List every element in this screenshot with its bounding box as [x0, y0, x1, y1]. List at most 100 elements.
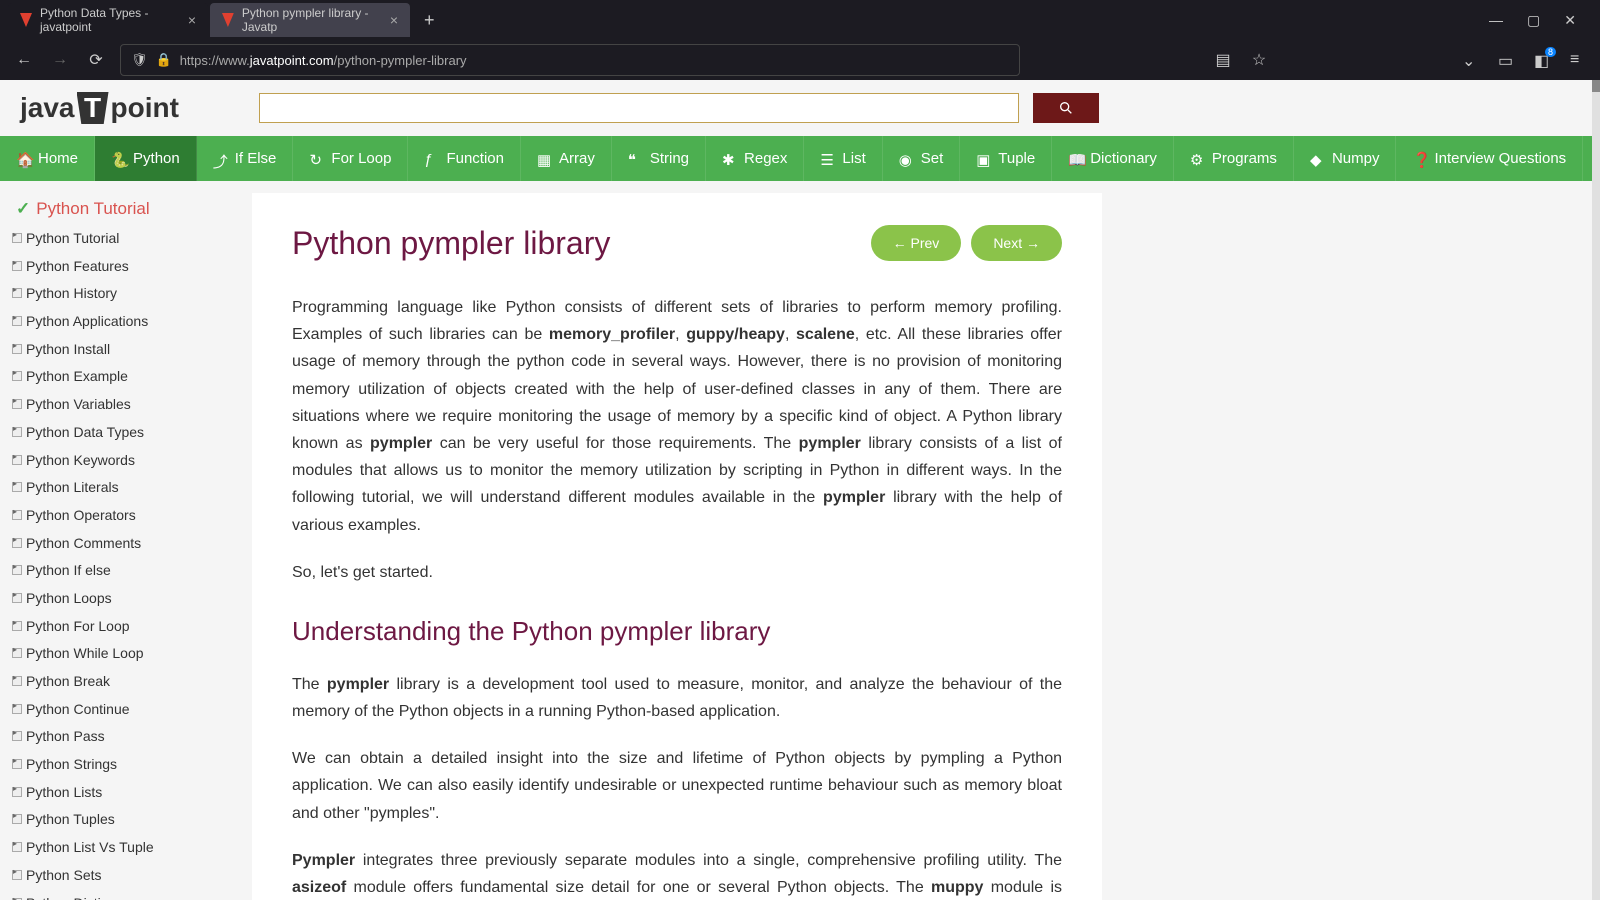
sidebar-item[interactable]: Python History	[0, 280, 240, 308]
sidebar-item[interactable]: Python Applications	[0, 308, 240, 336]
account-icon[interactable]: ▭	[1498, 51, 1516, 69]
reader-mode-icon[interactable]: ▤	[1211, 50, 1235, 70]
sidebar-item[interactable]: Python Data Types	[0, 419, 240, 447]
nav-ribbon: 🏠Home 🐍Python ⤴If Else ↻For Loop ƒFuncti…	[0, 136, 1600, 181]
article-title: Python pympler library	[292, 225, 610, 262]
page-header: java T point	[0, 80, 1600, 136]
search-input[interactable]	[259, 93, 1019, 123]
minimize-icon[interactable]: —	[1489, 12, 1503, 29]
sidebar-item[interactable]: Python If else	[0, 557, 240, 585]
array-icon: ▦	[537, 151, 553, 167]
reload-button[interactable]: ⟳	[84, 50, 108, 70]
nav-ifelse[interactable]: ⤴If Else	[197, 136, 294, 181]
tab-bar: Python Data Types - javatpoint × Python …	[0, 0, 1600, 40]
shield-icon: 🛡	[131, 52, 148, 68]
sidebar-item[interactable]: Python Loops	[0, 585, 240, 613]
nav-python[interactable]: 🐍Python	[95, 136, 197, 181]
tab-title: Python Data Types - javatpoint	[40, 6, 180, 34]
maximize-icon[interactable]: ▢	[1527, 12, 1540, 29]
sidebar-item[interactable]: Python Operators	[0, 502, 240, 530]
branch-icon: ⤴	[213, 151, 229, 167]
list-icon: ☰	[820, 151, 836, 167]
logo[interactable]: java T point	[20, 92, 179, 124]
scrollbar-thumb[interactable]	[1592, 80, 1600, 92]
nav-buttons: ← Prev Next →	[871, 225, 1062, 261]
sidebar-item[interactable]: Python List Vs Tuple	[0, 834, 240, 862]
lock-icon: 🔒	[156, 52, 172, 68]
nav-dictionary[interactable]: 📖Dictionary	[1052, 136, 1174, 181]
nav-array[interactable]: ▦Array	[521, 136, 612, 181]
chrome-right-icons: ⌄ ▭ ◧8 ≡	[1462, 51, 1588, 69]
sidebar-item[interactable]: Python Variables	[0, 391, 240, 419]
new-tab-button[interactable]: +	[412, 10, 447, 31]
programs-icon: ⚙	[1190, 151, 1206, 167]
nav-bar: ← → ⟳ 🛡 🔒 https://www.javatpoint.com/pyt…	[0, 40, 1600, 80]
page-content: java T point 🏠Home 🐍Python ⤴If Else ↻For…	[0, 80, 1600, 900]
tab-title: Python pympler library - Javatp	[242, 6, 382, 34]
sidebar-item[interactable]: Python Features	[0, 253, 240, 281]
sidebar-item[interactable]: Python Sets	[0, 862, 240, 890]
logo-badge: T	[77, 92, 109, 124]
browser-chrome: Python Data Types - javatpoint × Python …	[0, 0, 1600, 80]
pocket-icon[interactable]: ⌄	[1462, 51, 1480, 69]
home-icon: 🏠	[16, 151, 32, 167]
paragraph: So, let's get started.	[292, 559, 1062, 586]
sidebar-title: Python Tutorial	[0, 193, 240, 225]
search-wrap	[259, 93, 1099, 123]
sidebar-item[interactable]: Python Break	[0, 668, 240, 696]
sidebar-item[interactable]: Python Literals	[0, 474, 240, 502]
nav-tuple[interactable]: ▣Tuple	[960, 136, 1052, 181]
close-icon[interactable]: ×	[390, 12, 398, 28]
close-icon[interactable]: ×	[188, 12, 196, 28]
sidebar-item[interactable]: Python Example	[0, 363, 240, 391]
nav-interview[interactable]: ❓Interview Questions	[1396, 136, 1583, 181]
paragraph: Pympler integrates three previously sepa…	[292, 847, 1062, 900]
logo-pre: java	[20, 92, 75, 124]
scrollbar-track[interactable]	[1592, 80, 1600, 900]
sidebar-item[interactable]: Python For Loop	[0, 613, 240, 641]
set-icon: ◉	[899, 151, 915, 167]
logo-post: point	[111, 92, 179, 124]
url-bar[interactable]: 🛡 🔒 https://www.javatpoint.com/python-py…	[120, 44, 1020, 76]
nav-set[interactable]: ◉Set	[883, 136, 961, 181]
extension-icon[interactable]: ◧8	[1534, 51, 1552, 69]
right-space	[1114, 181, 1474, 900]
string-icon: ❝	[628, 151, 644, 167]
paragraph: The pympler library is a development too…	[292, 671, 1062, 725]
tab-inactive[interactable]: Python Data Types - javatpoint ×	[8, 3, 208, 37]
sidebar-item[interactable]: Python Pass	[0, 723, 240, 751]
forward-button: →	[48, 51, 72, 69]
back-button[interactable]: ←	[12, 51, 36, 69]
sidebar-item[interactable]: Python Install	[0, 336, 240, 364]
close-window-icon[interactable]: ✕	[1564, 12, 1576, 29]
sidebar-item[interactable]: Python Strings	[0, 751, 240, 779]
sidebar-item[interactable]: Python Continue	[0, 696, 240, 724]
python-icon: 🐍	[111, 151, 127, 167]
sidebar-item[interactable]: Python Tuples	[0, 806, 240, 834]
sidebar-item[interactable]: Python Comments	[0, 530, 240, 558]
next-button[interactable]: Next →	[971, 225, 1062, 261]
main-layout: Python Tutorial Python Tutorial Python F…	[0, 181, 1600, 900]
sidebar-item[interactable]: Python Lists	[0, 779, 240, 807]
sidebar-item[interactable]: Python Keywords	[0, 447, 240, 475]
window-controls: — ▢ ✕	[1489, 12, 1592, 29]
bookmark-icon[interactable]: ☆	[1247, 50, 1271, 70]
nav-home[interactable]: 🏠Home	[0, 136, 95, 181]
nav-forloop[interactable]: ↻For Loop	[293, 136, 408, 181]
nav-function[interactable]: ƒFunction	[408, 136, 521, 181]
tab-active[interactable]: Python pympler library - Javatp ×	[210, 3, 410, 37]
loop-icon: ↻	[309, 151, 325, 167]
menu-icon[interactable]: ≡	[1570, 51, 1588, 69]
sidebar-item[interactable]: Python While Loop	[0, 640, 240, 668]
search-button[interactable]	[1033, 93, 1099, 123]
sidebar-item[interactable]: Python Dictionary	[0, 890, 240, 900]
prev-button[interactable]: ← Prev	[871, 225, 962, 261]
nav-regex[interactable]: ✱Regex	[706, 136, 804, 181]
nav-list[interactable]: ☰List	[804, 136, 882, 181]
nav-numpy[interactable]: ◆Numpy	[1294, 136, 1397, 181]
url-text: https://www.javatpoint.com/python-pymple…	[180, 53, 467, 68]
nav-programs[interactable]: ⚙Programs	[1174, 136, 1294, 181]
sidebar-item[interactable]: Python Tutorial	[0, 225, 240, 253]
section-heading: Understanding the Python pympler library	[292, 616, 1062, 647]
nav-string[interactable]: ❝String	[612, 136, 706, 181]
